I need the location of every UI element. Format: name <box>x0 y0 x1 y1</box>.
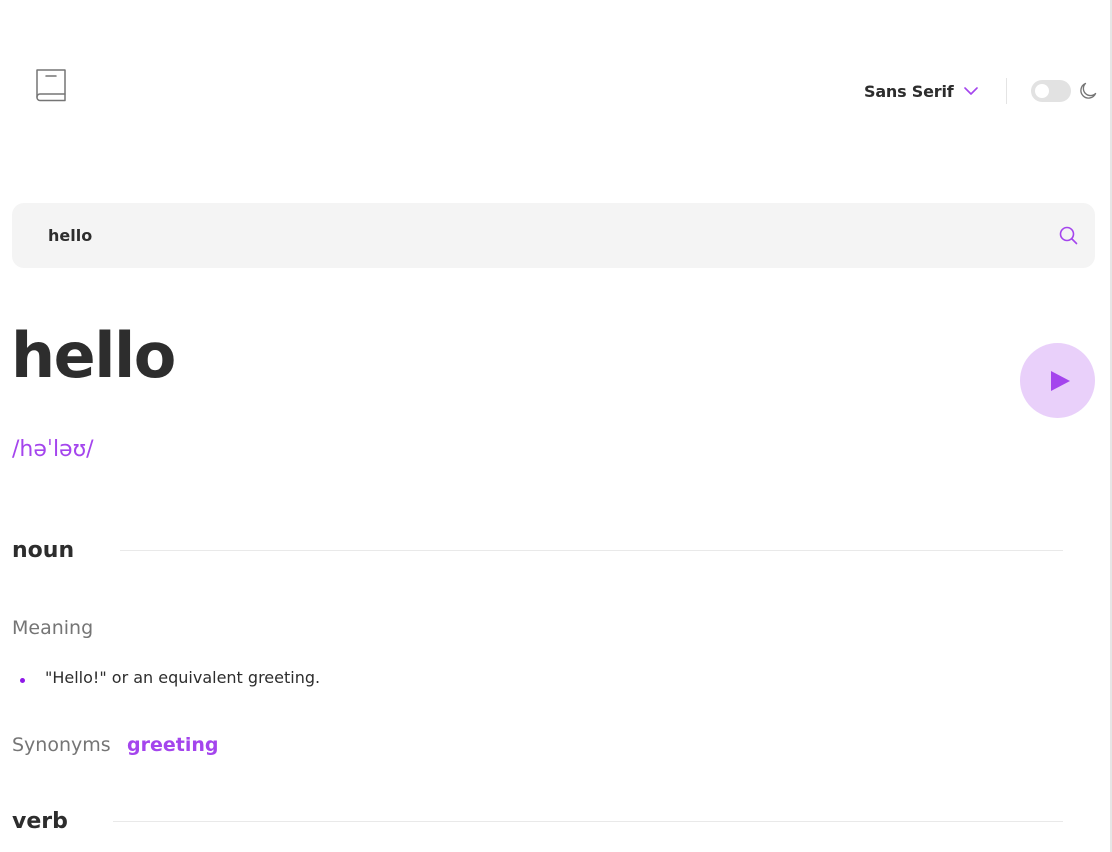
definition-item: "Hello!" or an equivalent greeting. <box>20 667 320 689</box>
section-divider <box>113 821 1063 822</box>
section-divider <box>120 550 1063 551</box>
dictionary-page: Sans Serif hello /həˈləʊ/ noun Meaning "… <box>0 0 1112 852</box>
search-icon[interactable] <box>1059 226 1078 245</box>
search-box <box>12 203 1095 268</box>
synonym-link-greeting[interactable]: greeting <box>127 732 218 758</box>
word-title: hello <box>11 319 176 392</box>
play-icon <box>1050 370 1070 391</box>
font-selector[interactable]: Sans Serif <box>864 80 978 102</box>
moon-icon[interactable] <box>1079 82 1097 100</box>
theme-toggle-knob <box>1035 84 1049 98</box>
theme-toggle[interactable] <box>1031 80 1071 102</box>
definition-text: "Hello!" or an equivalent greeting. <box>45 668 321 687</box>
header-divider <box>1006 78 1007 104</box>
play-audio-button[interactable] <box>1020 343 1095 418</box>
chevron-down-icon <box>963 87 978 95</box>
part-of-speech-noun: noun <box>12 538 75 563</box>
synonyms-label: Synonyms <box>12 734 111 756</box>
search-input[interactable] <box>48 203 1028 268</box>
bullet-icon <box>20 677 25 683</box>
meaning-label: Meaning <box>12 617 94 639</box>
phonetic-text: /həˈləʊ/ <box>12 437 94 462</box>
book-icon[interactable] <box>35 68 67 102</box>
font-selector-label: Sans Serif <box>864 81 954 101</box>
part-of-speech-verb: verb <box>12 809 68 834</box>
